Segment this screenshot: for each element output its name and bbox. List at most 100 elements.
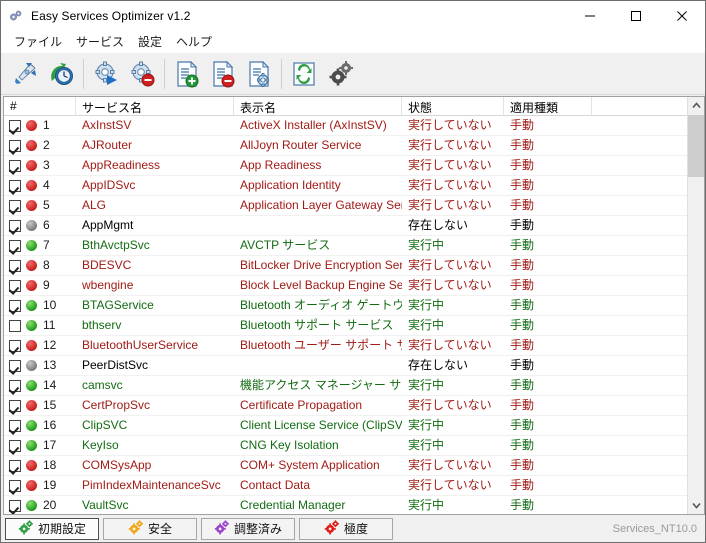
table-row[interactable]: 5 ALG Application Layer Gateway Ser… 実行していな… xyxy=(4,196,688,216)
table-row[interactable]: 7 BthAvctpSvc AVCTP サービス 実行中 手動 xyxy=(4,236,688,256)
table-row[interactable]: 9 wbengine Block Level Backup Engine Servi… xyxy=(4,276,688,296)
apply-type-cell: 手動 xyxy=(510,238,535,252)
state-cell: 実行中 xyxy=(408,378,445,392)
edit-service-icon[interactable] xyxy=(241,56,277,92)
apply-type-cell: 手動 xyxy=(510,138,535,152)
display-name-cell: ActiveX Installer (AxInstSV) xyxy=(240,118,387,132)
remove-service-icon[interactable] xyxy=(205,56,241,92)
row-checkbox[interactable] xyxy=(9,159,21,172)
display-name-cell: 機能アクセス マネージャー サービス xyxy=(240,378,402,392)
display-name-cell: Client License Service (ClipSVC) xyxy=(240,418,402,432)
table-row[interactable]: 11 bthserv Bluetooth サポート サービス 実行中 手動 xyxy=(4,316,688,336)
tab-tweaked[interactable]: 調整済み xyxy=(201,517,295,540)
start-service-icon[interactable] xyxy=(88,56,124,92)
col-service-name[interactable]: サービス名 xyxy=(76,97,234,115)
minimize-button[interactable] xyxy=(567,1,613,31)
row-checkbox[interactable] xyxy=(9,179,21,192)
extra-cell xyxy=(592,476,688,495)
table-row[interactable]: 4 AppIDSvc Application Identity 実行していない 手動 xyxy=(4,176,688,196)
table-row[interactable]: 20 VaultSvc Credential Manager 実行中 手動 xyxy=(4,496,688,514)
row-checkbox[interactable] xyxy=(9,419,21,432)
tab-default[interactable]: 初期設定 xyxy=(5,517,99,540)
row-checkbox[interactable] xyxy=(9,139,21,152)
table-row[interactable]: 3 AppReadiness App Readiness 実行していない 手動 xyxy=(4,156,688,176)
tab-extreme-label: 極度 xyxy=(343,522,368,536)
display-name-cell: AllJoyn Router Service xyxy=(240,138,362,152)
tab-safe[interactable]: 安全 xyxy=(103,517,197,540)
stop-service-icon[interactable] xyxy=(124,56,160,92)
scrollbar-thumb[interactable] xyxy=(688,115,704,177)
extra-cell xyxy=(592,416,688,435)
table-row[interactable]: 15 CertPropSvc Certificate Propagation 実行して… xyxy=(4,396,688,416)
gear-icon xyxy=(18,519,33,538)
scroll-up-arrow[interactable] xyxy=(688,97,704,114)
table-row[interactable]: 10 BTAGService Bluetooth オーディオ ゲートウェイ… 実行中 手… xyxy=(4,296,688,316)
col-index[interactable]: # xyxy=(4,97,76,115)
window-controls xyxy=(567,1,705,31)
state-cell: 実行していない xyxy=(408,278,492,292)
status-dot-red xyxy=(26,480,37,491)
close-button[interactable] xyxy=(659,1,705,31)
row-checkbox[interactable] xyxy=(9,279,21,292)
row-checkbox[interactable] xyxy=(9,339,21,352)
col-apply-type[interactable]: 適用種類 xyxy=(504,97,592,115)
display-name-cell: CNG Key Isolation xyxy=(240,438,339,452)
menu-file[interactable]: ファイル xyxy=(7,31,69,53)
row-select-cell: 15 xyxy=(4,396,76,415)
tab-extreme[interactable]: 極度 xyxy=(299,517,393,540)
menu-services[interactable]: サービス xyxy=(69,31,131,53)
row-checkbox[interactable] xyxy=(9,259,21,272)
row-checkbox[interactable] xyxy=(9,199,21,212)
row-checkbox[interactable] xyxy=(9,119,21,132)
table-row[interactable]: 1 AxInstSV ActiveX Installer (AxInstSV) 実行し… xyxy=(4,116,688,136)
display-name-cell: Application Identity xyxy=(240,178,341,192)
table-row[interactable]: 12 BluetoothUserService Bluetooth ユーザー サポー… xyxy=(4,336,688,356)
table-row[interactable]: 19 PimIndexMaintenanceSvc Contact Data 実行して… xyxy=(4,476,688,496)
row-select-cell: 13 xyxy=(4,356,76,375)
row-checkbox[interactable] xyxy=(9,239,21,252)
vertical-scrollbar[interactable] xyxy=(687,97,704,514)
row-checkbox[interactable] xyxy=(9,439,21,452)
row-checkbox[interactable] xyxy=(9,499,21,512)
row-checkbox[interactable] xyxy=(9,479,21,492)
table-header: # サービス名 表示名 状態 適用種類 xyxy=(4,97,688,116)
table-row[interactable]: 18 COMSysApp COM+ System Application 実行していな… xyxy=(4,456,688,476)
row-select-cell: 20 xyxy=(4,496,76,514)
col-display-name[interactable]: 表示名 xyxy=(234,97,402,115)
col-state[interactable]: 状態 xyxy=(402,97,504,115)
row-checkbox[interactable] xyxy=(9,359,21,372)
table-row[interactable]: 2 AJRouter AllJoyn Router Service 実行していない 手動 xyxy=(4,136,688,156)
col-extra[interactable] xyxy=(592,97,688,115)
scroll-down-arrow[interactable] xyxy=(688,497,704,514)
row-checkbox[interactable] xyxy=(9,319,21,332)
row-checkbox[interactable] xyxy=(9,379,21,392)
row-checkbox[interactable] xyxy=(9,459,21,472)
service-name-cell: camsvc xyxy=(82,378,123,392)
settings-gears-icon[interactable] xyxy=(322,56,358,92)
menu-help[interactable]: ヘルプ xyxy=(169,31,219,53)
row-checkbox[interactable] xyxy=(9,299,21,312)
row-checkbox[interactable] xyxy=(9,219,21,232)
table-row[interactable]: 6 AppMgmt 存在しない 手動 xyxy=(4,216,688,236)
tab-tweaked-label: 調整済み xyxy=(233,522,282,536)
table-row[interactable]: 13 PeerDistSvc 存在しない 手動 xyxy=(4,356,688,376)
restore-clock-icon[interactable] xyxy=(43,56,79,92)
row-number: 10 xyxy=(43,298,57,312)
table-row[interactable]: 14 camsvc 機能アクセス マネージャー サービス実行中 手動 xyxy=(4,376,688,396)
status-dot-red xyxy=(26,400,37,411)
apply-type-cell: 手動 xyxy=(510,218,535,232)
row-select-cell: 5 xyxy=(4,196,76,215)
table-row[interactable]: 16 ClipSVC Client License Service (ClipSVC… xyxy=(4,416,688,436)
refresh-icon[interactable] xyxy=(286,56,322,92)
row-checkbox[interactable] xyxy=(9,399,21,412)
state-cell: 実行中 xyxy=(408,498,445,512)
service-name-cell: BDESVC xyxy=(82,258,132,272)
display-name-cell: Block Level Backup Engine Service xyxy=(240,278,402,292)
maximize-button[interactable] xyxy=(613,1,659,31)
table-row[interactable]: 8 BDESVC BitLocker Drive Encryption Servic… xyxy=(4,256,688,276)
table-row[interactable]: 17 KeyIso CNG Key Isolation 実行中 手動 xyxy=(4,436,688,456)
menu-settings[interactable]: 設定 xyxy=(131,31,169,53)
add-service-icon[interactable] xyxy=(169,56,205,92)
row-number: 13 xyxy=(43,358,57,372)
optimize-rocket-icon[interactable] xyxy=(7,56,43,92)
